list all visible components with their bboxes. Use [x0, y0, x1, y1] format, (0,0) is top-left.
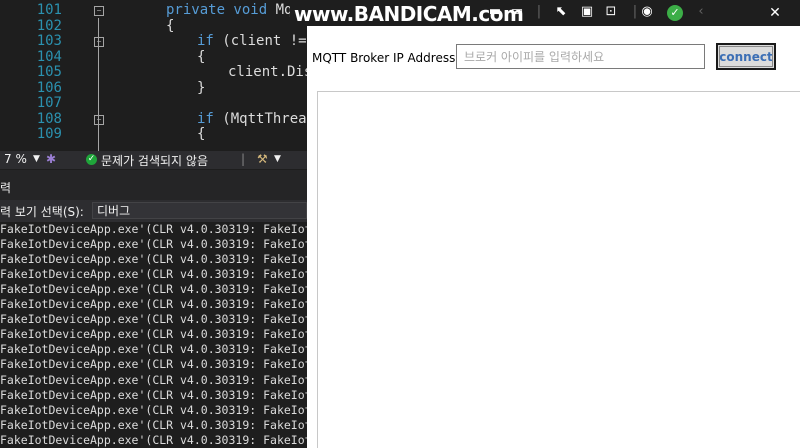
collapse-icon[interactable]: − — [94, 6, 104, 16]
output-line: FakeIotDeviceApp.exe'(CLR v4.0.30319: Fa… — [0, 237, 307, 252]
output-line: FakeIotDeviceApp.exe'(CLR v4.0.30319: Fa… — [0, 417, 307, 432]
line-number: 108 — [36, 110, 62, 127]
output-source-label: 력 보기 선택(S): — [0, 205, 84, 219]
code-line[interactable]: 108 − if (MqttThread — [0, 110, 307, 128]
line-number: 102 — [36, 17, 62, 34]
collapse-icon[interactable]: − — [94, 114, 104, 125]
broker-ip-input[interactable] — [456, 44, 705, 69]
screenshot-icon[interactable]: ⊡ — [602, 4, 620, 20]
code-line[interactable]: 105 client.Disco — [0, 64, 307, 81]
code-text: } — [197, 79, 206, 96]
cursor-icon[interactable]: ⬉ — [552, 4, 570, 20]
collapse-icon[interactable]: − — [94, 37, 104, 47]
check-icon[interactable]: ✓ — [667, 5, 683, 21]
code-text: client.Disco — [228, 64, 307, 80]
line-number: 105 — [36, 64, 62, 80]
line-number: 106 — [36, 79, 62, 96]
intellicode-icon[interactable]: ✱ — [46, 152, 56, 166]
issues-status[interactable]: 문제가 검색되지 않음 — [101, 152, 208, 169]
separator: | — [241, 152, 246, 166]
code-text: if (MqttThread — [197, 110, 307, 127]
fake-iot-device-app: MQTT Broker IP Address connect — [307, 26, 800, 448]
output-line: FakeIotDeviceApp.exe'(CLR v4.0.30319: Fa… — [0, 297, 307, 312]
code-line[interactable]: 107 — [0, 95, 307, 112]
code-text: { — [197, 48, 206, 65]
output-line: FakeIotDeviceApp.exe'(CLR v4.0.30319: Fa… — [0, 267, 307, 282]
output-line: FakeIotDeviceApp.exe'(CLR v4.0.30319: Fa… — [0, 432, 307, 447]
code-line[interactable]: 103 − if (client != n — [0, 33, 307, 50]
output-line: FakeIotDeviceApp.exe'(CLR v4.0.30319: Fa… — [0, 357, 307, 372]
no-issues-icon: ✓ — [86, 154, 97, 165]
output-line: FakeIotDeviceApp.exe'(CLR v4.0.30319: Fa… — [0, 327, 307, 342]
output-line: FakeIotDeviceApp.exe'(CLR v4.0.30319: Fa… — [0, 312, 307, 327]
output-log[interactable]: FakeIotDeviceApp.exe'(CLR v4.0.30319: Fa… — [0, 222, 307, 448]
sound-icon[interactable]: ◉ — [638, 4, 656, 20]
close-icon[interactable]: ✕ — [750, 0, 800, 26]
line-number: 104 — [36, 48, 62, 65]
code-text: if (client != n — [197, 33, 307, 49]
code-line[interactable]: 101 − private void MqttDis — [0, 2, 307, 19]
output-line: FakeIotDeviceApp.exe'(CLR v4.0.30319: Fa… — [0, 252, 307, 267]
fullscreen-icon[interactable]: ▣ — [578, 4, 596, 20]
output-panel-header: 력 — [0, 170, 307, 200]
code-line[interactable]: 109 { — [0, 126, 307, 143]
code-text: { — [166, 17, 175, 34]
bandicam-toolbar: www.BANDICAM.com ▬ ▭ | ⬉ ▣ ⊡ | ◉ ✓ ‹ ✕ — [290, 0, 800, 26]
output-source-row: 력 보기 선택(S): 디버그 — [0, 200, 307, 222]
output-line: FakeIotDeviceApp.exe'(CLR v4.0.30319: Fa… — [0, 387, 307, 402]
code-line[interactable]: 102 { — [0, 17, 307, 35]
zoom-level[interactable]: 7 % — [4, 152, 27, 166]
code-line[interactable]: 106} — [0, 79, 307, 97]
chevron-down-icon[interactable]: ▼ — [274, 154, 281, 164]
output-line: FakeIotDeviceApp.exe'(CLR v4.0.30319: Fa… — [0, 342, 307, 357]
code-text: private void MqttDis — [166, 2, 307, 18]
webcam-icon[interactable]: ▭ — [508, 4, 526, 20]
line-number: 101 — [36, 2, 62, 18]
output-line: FakeIotDeviceApp.exe'(CLR v4.0.30319: Fa… — [0, 282, 307, 297]
line-number: 107 — [36, 95, 62, 111]
visual-studio-window: 101 − private void MqttDis 102 {103 − if (clie… — [0, 0, 307, 448]
line-number: 109 — [36, 126, 62, 142]
separator: | — [536, 4, 542, 19]
minimize-icon[interactable]: ▬ — [486, 4, 504, 20]
cleanup-brush-icon[interactable]: ⚒ — [257, 152, 268, 166]
connect-button[interactable]: connect — [716, 43, 776, 70]
output-source-select[interactable]: 디버그 — [92, 202, 307, 219]
output-line: FakeIotDeviceApp.exe'(CLR v4.0.30319: Fa… — [0, 222, 307, 236]
editor-status-bar: 7 % ▼ ✱ ✓ 문제가 검색되지 않음 | ⚒ ▼ — [0, 151, 307, 169]
code-text: { — [197, 126, 206, 142]
code-line[interactable]: 104 { — [0, 48, 307, 66]
chevron-left-icon[interactable]: ‹ — [692, 4, 710, 20]
code-editor[interactable]: 101 − private void MqttDis 102 {103 − if (clie… — [0, 0, 307, 152]
message-log-box[interactable] — [317, 91, 800, 448]
output-line: FakeIotDeviceApp.exe'(CLR v4.0.30319: Fa… — [0, 372, 307, 387]
output-panel-title: 력 — [0, 181, 12, 195]
output-line: FakeIotDeviceApp.exe'(CLR v4.0.30319: Fa… — [0, 402, 307, 417]
line-number: 103 — [36, 33, 62, 49]
broker-ip-label: MQTT Broker IP Address — [312, 51, 456, 65]
chevron-down-icon[interactable]: ▼ — [33, 154, 40, 164]
